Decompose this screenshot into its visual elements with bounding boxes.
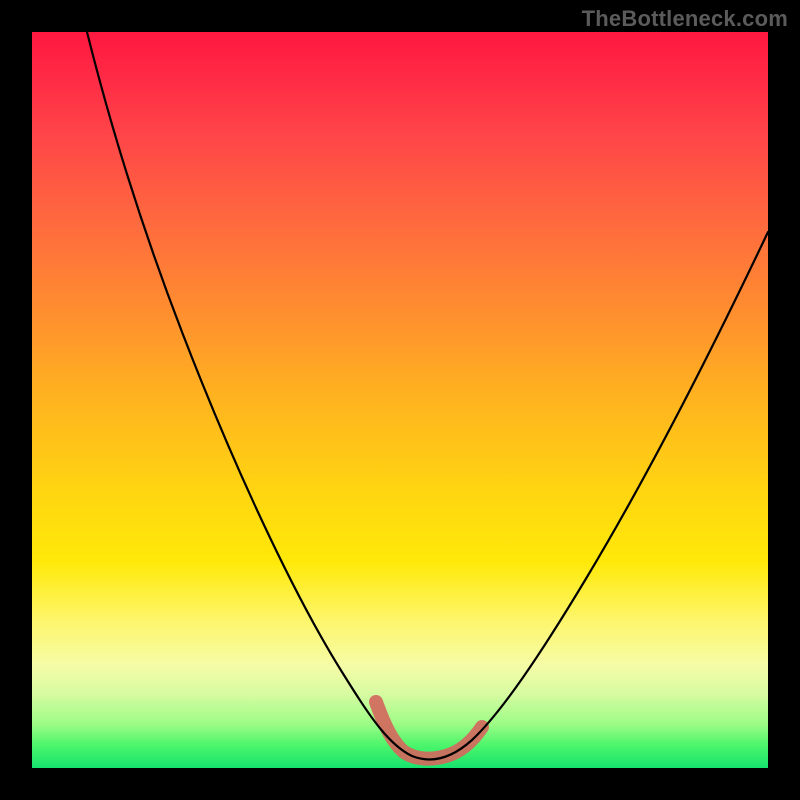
chart-frame: TheBottleneck.com: [0, 0, 800, 800]
watermark-text: TheBottleneck.com: [582, 6, 788, 32]
bottleneck-curve-line: [87, 32, 768, 759]
curve-svg: [32, 32, 768, 768]
optimal-zone-highlight: [376, 702, 482, 759]
plot-area: [32, 32, 768, 768]
